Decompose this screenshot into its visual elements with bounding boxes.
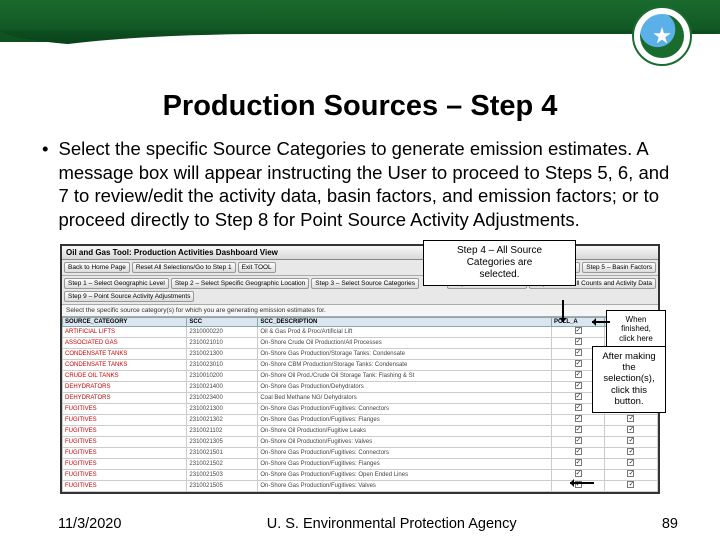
table-row: CONDENSATE TANKS2310021300On-Shore Gas P… (63, 348, 658, 359)
callout-step4: Step 4 – All Source Categories are selec… (423, 240, 576, 286)
checkbox-icon[interactable] (575, 382, 582, 389)
callout-line: Categories are (430, 257, 569, 269)
embedded-screenshot: Oil and Gas Tool: Production Activities … (60, 244, 660, 494)
checkbox-icon[interactable] (575, 470, 582, 477)
callout-line: Step 4 – All Source (430, 245, 569, 257)
checkbox-icon[interactable] (575, 338, 582, 345)
checkbox-icon[interactable] (627, 459, 634, 466)
checkbox-icon[interactable] (575, 371, 582, 378)
table-row: FUGITIVES2310021302On-Shore Gas Producti… (63, 414, 658, 425)
ss-button[interactable]: Step 1 – Select Geographic Level (64, 278, 169, 289)
table-row: ARTIFICIAL LIFTS2310000220Oil & Gas Prod… (63, 326, 658, 337)
checkbox-icon[interactable] (575, 393, 582, 400)
table-row: CONDENSATE TANKS2310023010On-Shore CBM P… (63, 359, 658, 370)
footer-date: 11/3/2020 (58, 516, 121, 532)
checkbox-icon[interactable] (575, 448, 582, 455)
ss-button[interactable]: Step 3 – Select Source Categories (311, 278, 419, 289)
callout-line: selected. (430, 269, 569, 281)
checkbox-icon[interactable] (575, 426, 582, 433)
slide-footer: 11/3/2020 U. S. Environmental Protection… (0, 516, 720, 532)
callout-after-selection: After making the selection(s), click thi… (592, 346, 666, 413)
table-row: DEHYDRATORS2310023400Coal Bed Methane NG… (63, 392, 658, 403)
checkbox-icon[interactable] (627, 481, 634, 488)
bullet-item: • Select the specific Source Categories … (42, 137, 678, 232)
table-row: FUGITIVES2310021102On-Shore Oil Producti… (63, 425, 658, 436)
bullet-text: Select the specific Source Categories to… (58, 137, 678, 232)
checkbox-icon[interactable] (627, 437, 634, 444)
slide-title: Production Sources – Step 4 (0, 90, 720, 123)
ss-col-header: SOURCE_CATEGORY (63, 317, 187, 326)
ss-col-header: SCC (187, 317, 258, 326)
callout-finished: When finished, click here (606, 310, 666, 349)
ss-button[interactable]: Step 5 – Basin Factors (582, 262, 656, 273)
table-row: FUGITIVES2310021502On-Shore Gas Producti… (63, 458, 658, 469)
ss-button[interactable]: Step 2 – Select Specific Geographic Loca… (171, 278, 309, 289)
checkbox-icon[interactable] (575, 360, 582, 367)
ss-button[interactable]: Back to Home Page (64, 262, 130, 273)
epa-logo (632, 6, 692, 66)
checkbox-icon[interactable] (627, 470, 634, 477)
table-row: FUGITIVES2310021300On-Shore Gas Producti… (63, 403, 658, 414)
arrow-icon (562, 300, 564, 322)
ss-button[interactable]: Reset All Selections/Go to Step 1 (132, 262, 236, 273)
checkbox-icon[interactable] (575, 404, 582, 411)
table-row: DEHYDRATORS2310021400On-Shore Gas Produc… (63, 381, 658, 392)
table-row: FUGITIVES2310021501On-Shore Gas Producti… (63, 447, 658, 458)
checkbox-icon[interactable] (627, 426, 634, 433)
arrow-icon (570, 482, 594, 484)
checkbox-icon[interactable] (627, 415, 634, 422)
ss-button[interactable]: Step 9 – Point Source Activity Adjustmen… (64, 291, 194, 302)
ss-table: SOURCE_CATEGORYSCCSCC_DESCRIPTIONPOLL_AP… (62, 317, 658, 492)
checkbox-icon[interactable] (575, 415, 582, 422)
slide-banner (0, 0, 720, 72)
footer-org: U. S. Environmental Protection Agency (267, 516, 517, 532)
checkbox-icon[interactable] (575, 349, 582, 356)
ss-instruction: Select the specific source category(s) f… (62, 305, 658, 317)
footer-page: 89 (662, 516, 678, 532)
arrow-icon (592, 321, 610, 323)
table-row: CRUDE OIL TANKS2310010200On-Shore Oil Pr… (63, 370, 658, 381)
checkbox-icon[interactable] (575, 459, 582, 466)
checkbox-icon[interactable] (627, 448, 634, 455)
bullet-dot-icon: • (42, 137, 48, 232)
checkbox-icon[interactable] (575, 327, 582, 334)
ss-button[interactable]: Exit TOOL (238, 262, 276, 273)
table-row: ASSOCIATED GAS2310021010On-Shore Crude O… (63, 337, 658, 348)
ss-col-header: SCC_DESCRIPTION (258, 317, 552, 326)
checkbox-icon[interactable] (575, 437, 582, 444)
table-row: FUGITIVES2310021305On-Shore Oil Producti… (63, 436, 658, 447)
